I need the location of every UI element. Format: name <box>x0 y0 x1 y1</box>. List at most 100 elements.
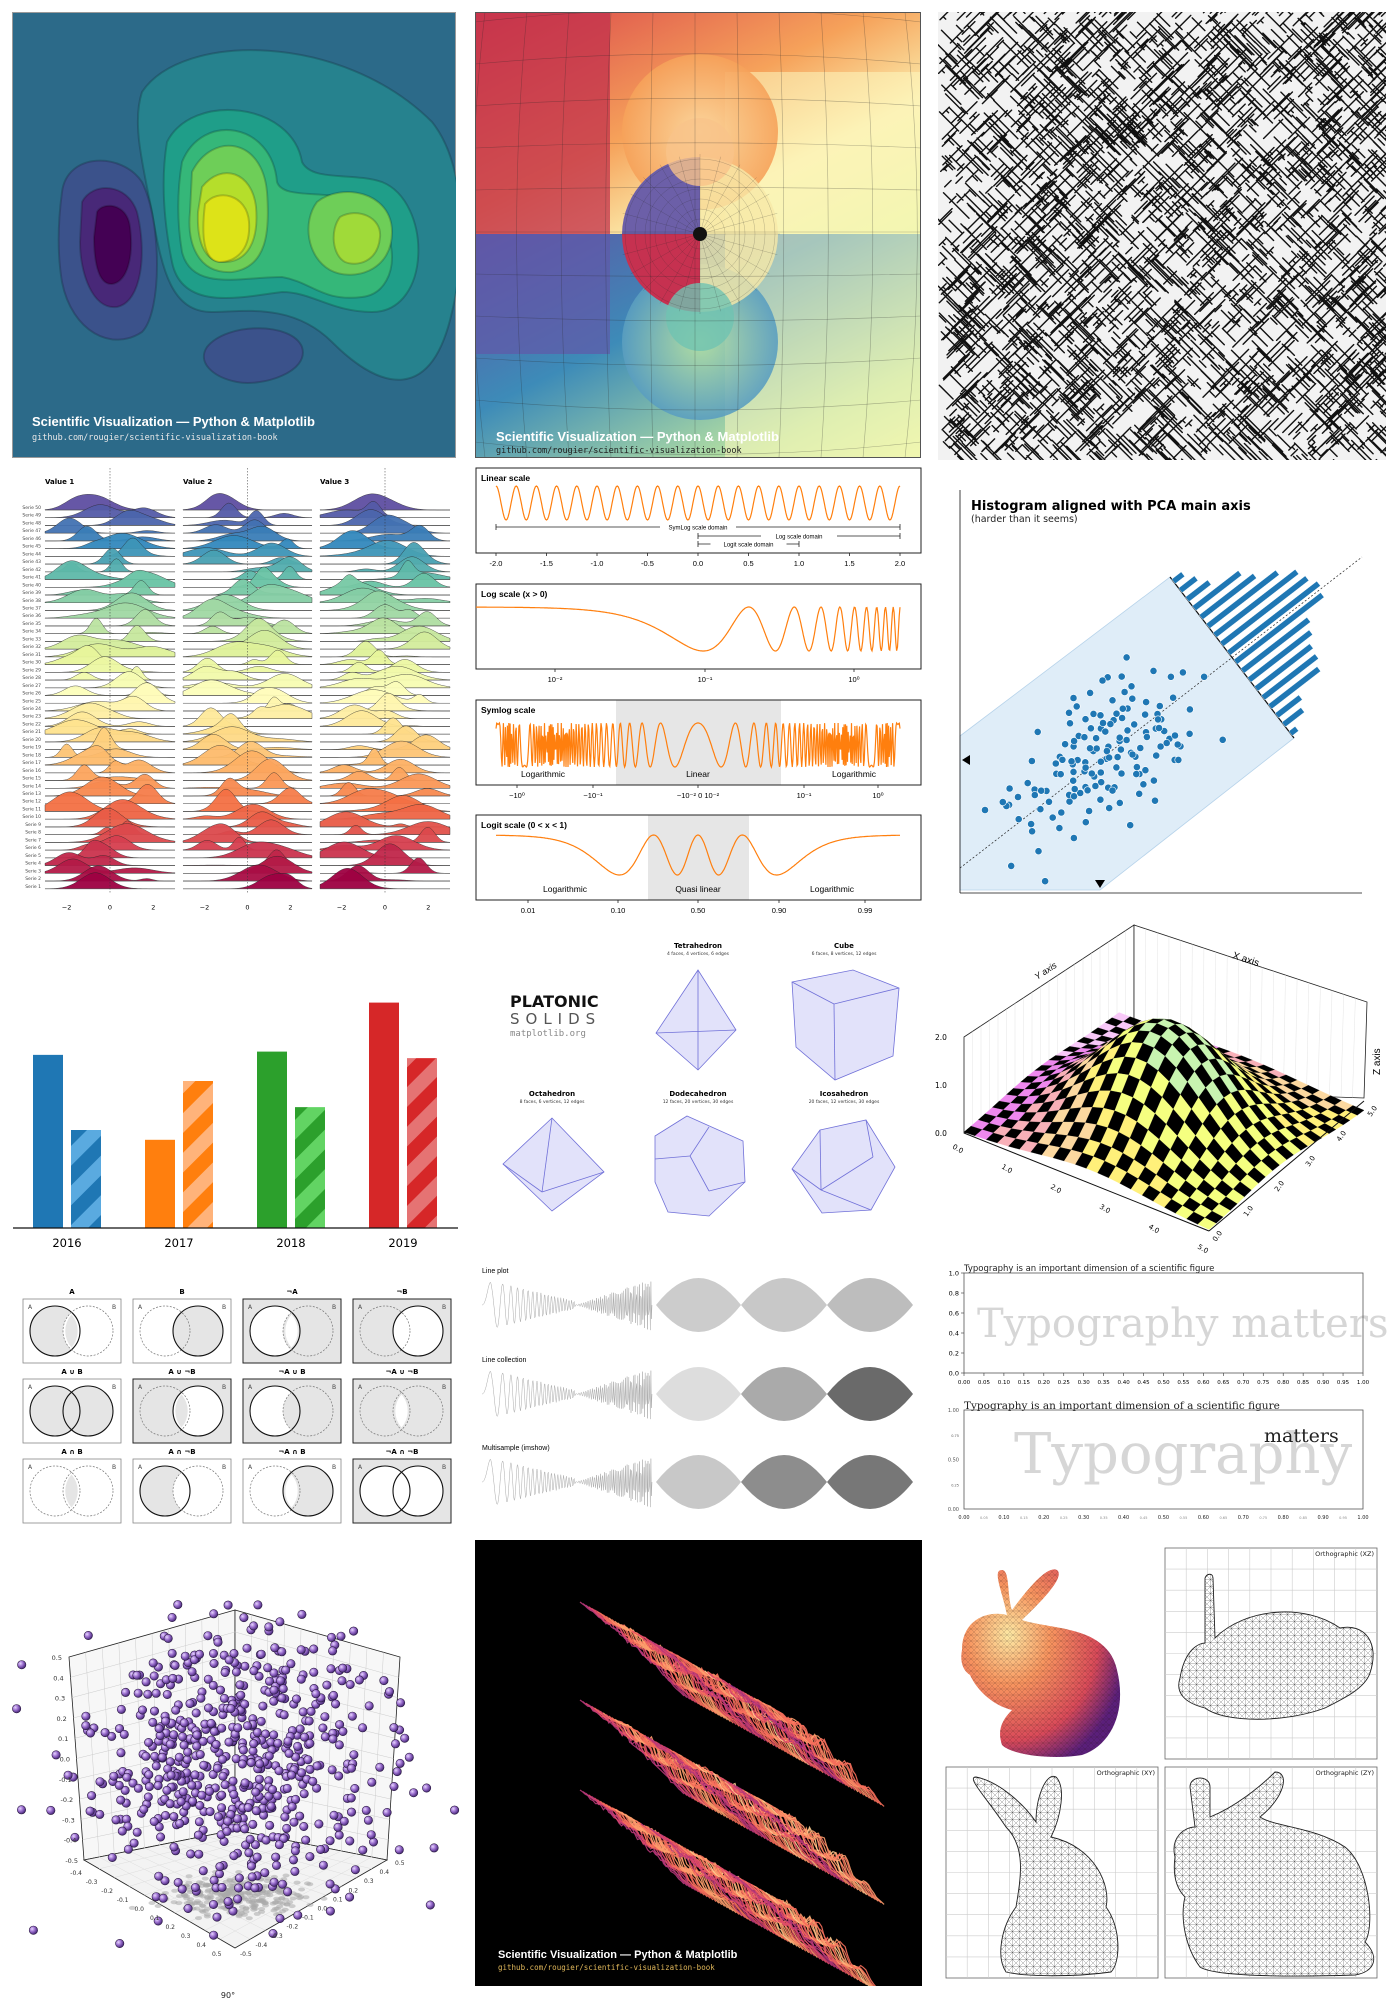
contour-plot: Scientific Visualization — Python & Matp… <box>12 12 456 458</box>
chirp-envelope <box>827 1367 913 1421</box>
data-sphere <box>247 1872 257 1882</box>
data-sphere <box>190 1882 200 1892</box>
data-sphere <box>183 1747 193 1757</box>
credit-title: Scientific Visualization — Python & Matp… <box>496 429 779 444</box>
credit-url: github.com/rougier/scientific-visualizat… <box>32 433 278 443</box>
data-sphere <box>345 1836 355 1846</box>
contour-level-10 <box>92 204 133 286</box>
chirp-envelope <box>656 1367 741 1421</box>
data-sphere <box>177 1884 187 1894</box>
z-tick-label: -0.4 <box>64 1837 77 1845</box>
ridge-subplots: Value 1 −2 0 2 Value 2 −2 0 2 Value 3 −2 0 2 <box>44 468 451 912</box>
data-sphere <box>111 1815 121 1825</box>
y-tick-label: 0.75 <box>951 1434 959 1438</box>
contour-level-6 <box>332 212 382 265</box>
series-label: Serie 13 <box>22 791 41 797</box>
data-sphere <box>338 1727 348 1737</box>
ridge-column-title: Value 2 <box>183 478 212 486</box>
bar-group-2018: 2018 <box>257 1051 325 1250</box>
venn-set-b-label: B <box>222 1304 226 1311</box>
view-label: Orthographic (XY) <box>1097 1769 1155 1777</box>
scale-tick-label: -1.0 <box>591 559 604 568</box>
data-sphere <box>366 1830 376 1840</box>
data-sphere <box>320 1712 330 1722</box>
ridge-x-tick: 0 <box>108 904 112 912</box>
data-sphere <box>243 1803 253 1813</box>
data-sphere <box>260 1868 270 1878</box>
z-tick-label: 2.0 <box>935 1033 947 1042</box>
data-sphere <box>248 1746 258 1756</box>
venn-diagram-9: A ∩ BA B <box>22 1448 122 1524</box>
x-tick-label: 0.80 <box>1277 1380 1290 1386</box>
data-sphere <box>316 1844 326 1854</box>
data-sphere <box>239 1613 249 1623</box>
data-sphere <box>87 1791 97 1801</box>
scatter-point <box>1112 763 1121 772</box>
orthographic-view-2: Orthographic (XY) <box>945 1766 1159 1979</box>
solid-description: 20 faces, 12 vertices, 30 edges <box>809 1099 880 1105</box>
venn-set-b-label: B <box>332 1384 336 1391</box>
data-sphere <box>334 1830 344 1840</box>
data-sphere <box>16 1805 26 1815</box>
scatter-point <box>1034 847 1043 856</box>
scatter-point <box>1045 797 1053 806</box>
x-tick-label: 0.20 <box>1038 1380 1051 1386</box>
scatter-point <box>1098 676 1107 685</box>
data-sphere <box>148 1658 158 1668</box>
x-tick-label: 0.45 <box>1137 1380 1150 1386</box>
data-sphere <box>258 1701 268 1711</box>
data-sphere <box>233 1723 243 1733</box>
series-label: Serie 21 <box>22 729 41 735</box>
data-sphere <box>28 1925 38 1935</box>
typography-small-text-2: matters <box>1264 1425 1339 1447</box>
x-tick-label: 0.0 <box>951 1143 965 1155</box>
platonic-solids: PLATONIC SOLIDS matplotlib.org Tetrahedr… <box>502 942 900 1217</box>
scatter-point <box>1162 739 1171 747</box>
data-sphere <box>252 1852 262 1862</box>
venn-set-b-label: B <box>222 1464 226 1471</box>
x-tick-label: 0.5 <box>212 1951 222 1958</box>
scatter-point <box>1033 727 1042 736</box>
scale-tick-label: 0.90 <box>772 906 787 915</box>
data-sphere <box>203 1631 213 1641</box>
data-sphere <box>151 1688 161 1698</box>
data-sphere <box>86 1728 96 1738</box>
data-sphere <box>158 1893 168 1903</box>
scatter-point <box>1061 740 1069 749</box>
y-tick-label: -0.5 <box>240 1951 252 1958</box>
data-sphere <box>389 1723 399 1733</box>
platonic-logo-line3: matplotlib.org <box>510 1029 586 1039</box>
data-sphere <box>220 1668 230 1678</box>
antialias-comparison: Line plot Line collection Multisample (ims… <box>481 1268 913 1509</box>
y-tick-label: 1.0 <box>1242 1204 1255 1218</box>
solid-face <box>654 1115 746 1217</box>
data-sphere <box>318 1860 328 1870</box>
z-tick-label: 1.0 <box>935 1081 947 1090</box>
data-sphere <box>312 1761 322 1771</box>
scatter-point <box>1085 807 1093 815</box>
solid-cube: Cube6 faces, 8 vertices, 12 edges <box>812 942 878 957</box>
series-label: Serie 26 <box>22 691 41 697</box>
x-tick-label: 1.0 <box>1000 1163 1014 1175</box>
data-sphere <box>246 1758 256 1768</box>
x-tick-label: 0.15 <box>1020 1516 1028 1520</box>
data-sphere <box>240 1661 250 1671</box>
ridgeline-plot: Serie 50Serie 49Serie 48Serie 47Serie 46… <box>22 468 451 912</box>
y-tick-label: -0.3 <box>271 1933 283 1940</box>
data-sphere <box>349 1626 359 1636</box>
data-sphere <box>185 1699 195 1709</box>
data-sphere <box>224 1737 234 1747</box>
scatter-point <box>1057 808 1066 817</box>
solid-name: Dodecahedron <box>669 1090 726 1098</box>
venn-diagram-11: ¬A ∩ BA B <box>242 1448 342 1524</box>
solid-name: Cube <box>834 942 854 950</box>
series-label: Serie 49 <box>22 513 41 519</box>
data-sphere <box>12 1704 22 1714</box>
data-sphere <box>187 1667 197 1677</box>
scatter-point <box>1055 824 1064 832</box>
data-sphere <box>211 1740 221 1750</box>
data-sphere <box>115 1938 125 1948</box>
ridge-column-2: Value 2 −2 0 2 <box>182 468 313 912</box>
y-tick-label: 0.4 <box>949 1330 959 1338</box>
venn-diagram-8: ¬A ∪ ¬BA B <box>352 1368 452 1444</box>
